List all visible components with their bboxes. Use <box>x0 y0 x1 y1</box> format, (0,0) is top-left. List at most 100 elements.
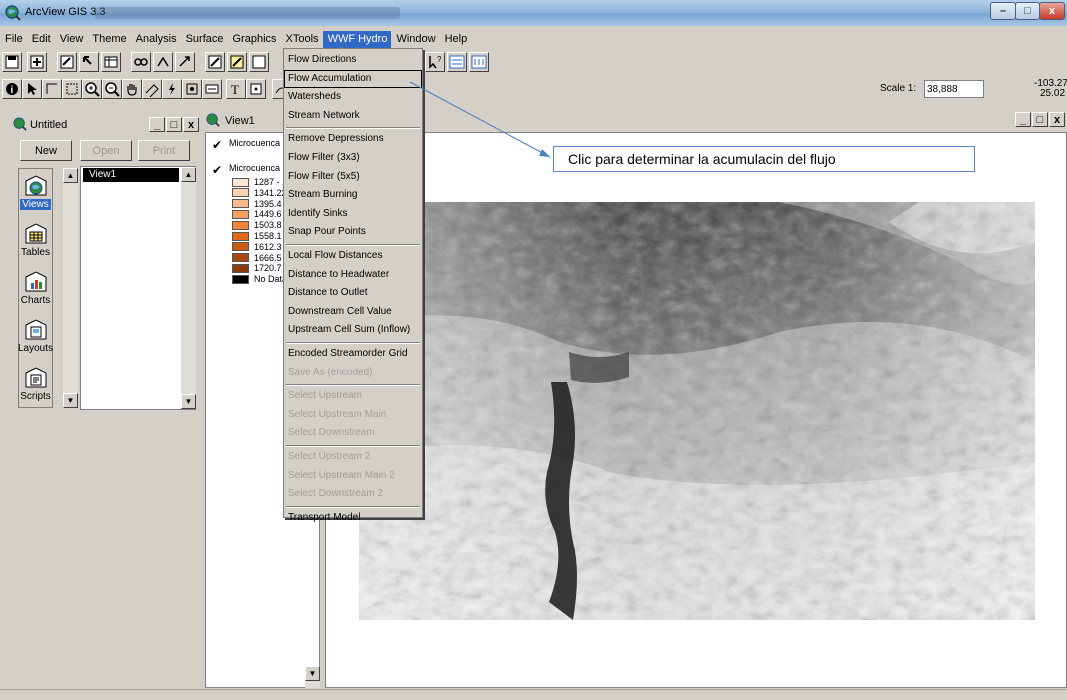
measure-icon[interactable] <box>142 79 162 99</box>
select-feature-icon[interactable] <box>62 79 82 99</box>
menu-separator <box>286 127 420 130</box>
menu-wwf-hydro[interactable]: WWF Hydro <box>322 31 392 48</box>
menu-item-stream-network[interactable]: Stream Network <box>284 107 422 125</box>
menu-item-flow-accumulation[interactable]: Flow Accumulation <box>284 69 422 88</box>
scale-input[interactable] <box>924 80 984 98</box>
menu-item-select-downstream[interactable]: Select Downstream <box>284 424 422 442</box>
switch-selection-icon[interactable] <box>227 52 247 72</box>
menu-item-select-downstream-2[interactable]: Select Downstream 2 <box>284 485 422 503</box>
title-bar: ArcView GIS 3.3 – □ x <box>0 0 1067 26</box>
save-project-icon[interactable] <box>2 52 22 72</box>
doc-type-layouts[interactable]: Layouts <box>18 315 53 363</box>
menu-graphics[interactable]: Graphics <box>228 31 281 48</box>
menu-item-flow-directions[interactable]: Flow Directions <box>284 51 422 69</box>
zoom-out-icon[interactable] <box>102 79 122 99</box>
edit-legend-icon[interactable] <box>79 52 99 72</box>
project-minimize-button[interactable]: _ <box>149 117 165 132</box>
hotlink-icon[interactable] <box>162 79 182 99</box>
menu-file[interactable]: File <box>0 31 27 48</box>
doc-type-scripts[interactable]: Scripts <box>19 363 52 411</box>
select-by-theme-icon[interactable] <box>205 52 225 72</box>
query-builder-icon[interactable] <box>175 52 195 72</box>
menu-separator <box>286 445 420 447</box>
doc-list-scrollbar[interactable]: ▲ ▼ <box>181 167 196 409</box>
new-button[interactable]: New <box>20 140 72 161</box>
project-maximize-button[interactable]: □ <box>166 117 182 132</box>
zoom-in-icon[interactable] <box>82 79 102 99</box>
doc-type-views[interactable]: Views <box>19 171 52 219</box>
theme-properties-icon[interactable] <box>57 52 77 72</box>
menu-item-identify-sinks[interactable]: Identify Sinks <box>284 205 422 223</box>
find-icon[interactable] <box>131 52 151 72</box>
init-tool-icon[interactable] <box>447 52 467 72</box>
minimize-button[interactable]: – <box>990 2 1016 20</box>
theme-visibility-checkbox[interactable]: ✔ <box>212 138 222 152</box>
map-display[interactable] <box>325 132 1067 688</box>
menu-item-flow-filter-3x3[interactable]: Flow Filter (3x3) <box>284 149 422 167</box>
text-tool-icon[interactable]: T <box>226 79 246 99</box>
menu-item-local-flow-distances[interactable]: Local Flow Distances <box>284 247 422 265</box>
view-minimize-button[interactable]: _ <box>1015 112 1031 127</box>
menu-item-downstream-cell-value[interactable]: Downstream Cell Value <box>284 303 422 321</box>
scroll-down-arrow[interactable]: ▼ <box>181 394 196 409</box>
doc-type-tables[interactable]: Tables <box>19 219 52 267</box>
menu-theme[interactable]: Theme <box>87 31 130 48</box>
menu-item-transport-model[interactable]: Transport Model <box>284 509 422 527</box>
legend-label: 1341.22 <box>254 187 287 198</box>
menu-view[interactable]: View <box>55 31 88 48</box>
help-cursor-icon[interactable]: ? <box>425 52 445 72</box>
maximize-button[interactable]: □ <box>1015 2 1040 20</box>
pan-hand-icon[interactable] <box>122 79 142 99</box>
menu-surface[interactable]: Surface <box>181 31 228 48</box>
scroll-down-arrow[interactable]: ▼ <box>305 666 320 681</box>
menu-item-watersheds[interactable]: Watersheds <box>284 88 422 106</box>
scroll-up-arrow[interactable]: ▲ <box>181 167 196 182</box>
scroll-up-arrow[interactable]: ▲ <box>63 168 78 183</box>
print-button[interactable]: Print <box>138 140 190 161</box>
menu-item-distance-to-outlet[interactable]: Distance to Outlet <box>284 284 422 302</box>
scroll-down-arrow[interactable]: ▼ <box>63 393 78 408</box>
menu-analysis[interactable]: Analysis <box>131 31 181 48</box>
theme-visibility-checkbox[interactable]: ✔ <box>212 163 222 177</box>
legend-label: 1449.6 <box>254 209 282 220</box>
menu-item-distance-to-headwater[interactable]: Distance to Headwater <box>284 266 422 284</box>
identify-icon[interactable]: i <box>2 79 22 99</box>
view-maximize-button[interactable]: □ <box>1032 112 1048 127</box>
locate-address-icon[interactable] <box>153 52 173 72</box>
hydro-grid-icon[interactable] <box>469 52 489 72</box>
menu-xtools[interactable]: XTools <box>281 31 323 48</box>
menu-item-upstream-cell-sum-inflow[interactable]: Upstream Cell Sum (Inflow) <box>284 321 422 339</box>
menu-item-save-as-encoded[interactable]: Save As (encoded) <box>284 364 422 382</box>
label-icon[interactable] <box>202 79 222 99</box>
menu-edit[interactable]: Edit <box>27 31 55 48</box>
doc-type-charts[interactable]: Charts <box>19 267 52 315</box>
open-table-icon[interactable] <box>101 52 121 72</box>
menu-item-stream-burning[interactable]: Stream Burning <box>284 186 422 204</box>
menu-item-snap-pour-points[interactable]: Snap Pour Points <box>284 223 422 241</box>
vertex-edit-icon[interactable] <box>42 79 62 99</box>
menu-item-select-upstream-2[interactable]: Select Upstream 2 <box>284 448 422 466</box>
menu-item-flow-filter-5x5[interactable]: Flow Filter (5x5) <box>284 168 422 186</box>
legend-label: 1395.4 <box>254 198 282 209</box>
list-item-view1[interactable]: View1 <box>83 168 179 182</box>
menu-item-select-upstream-main[interactable]: Select Upstream Main <box>284 406 422 424</box>
open-button[interactable]: Open <box>80 140 132 161</box>
clear-selection-icon[interactable] <box>249 52 269 72</box>
close-button[interactable]: x <box>1039 2 1065 20</box>
view-close-button[interactable]: x <box>1049 112 1065 127</box>
menu-item-select-upstream-main-2[interactable]: Select Upstream Main 2 <box>284 467 422 485</box>
views-icon <box>25 175 46 196</box>
area-of-interest-icon[interactable] <box>182 79 202 99</box>
doc-types-scrollbar[interactable]: ▲ ▼ <box>63 168 78 408</box>
project-globe-icon <box>13 117 27 131</box>
menu-window[interactable]: Window <box>391 31 439 48</box>
menu-item-encoded-streamorder-grid[interactable]: Encoded Streamorder Grid <box>284 345 422 363</box>
project-close-button[interactable]: x <box>183 117 199 132</box>
menu-item-remove-depressions[interactable]: Remove Depressions <box>284 130 422 148</box>
menu-item-select-upstream[interactable]: Select Upstream <box>284 387 422 405</box>
toc-scrollbar[interactable]: ▼ <box>305 666 320 688</box>
menu-help[interactable]: Help <box>440 31 472 48</box>
draw-point-icon[interactable] <box>246 79 266 99</box>
add-theme-icon[interactable] <box>27 52 47 72</box>
pointer-icon[interactable] <box>22 79 42 99</box>
